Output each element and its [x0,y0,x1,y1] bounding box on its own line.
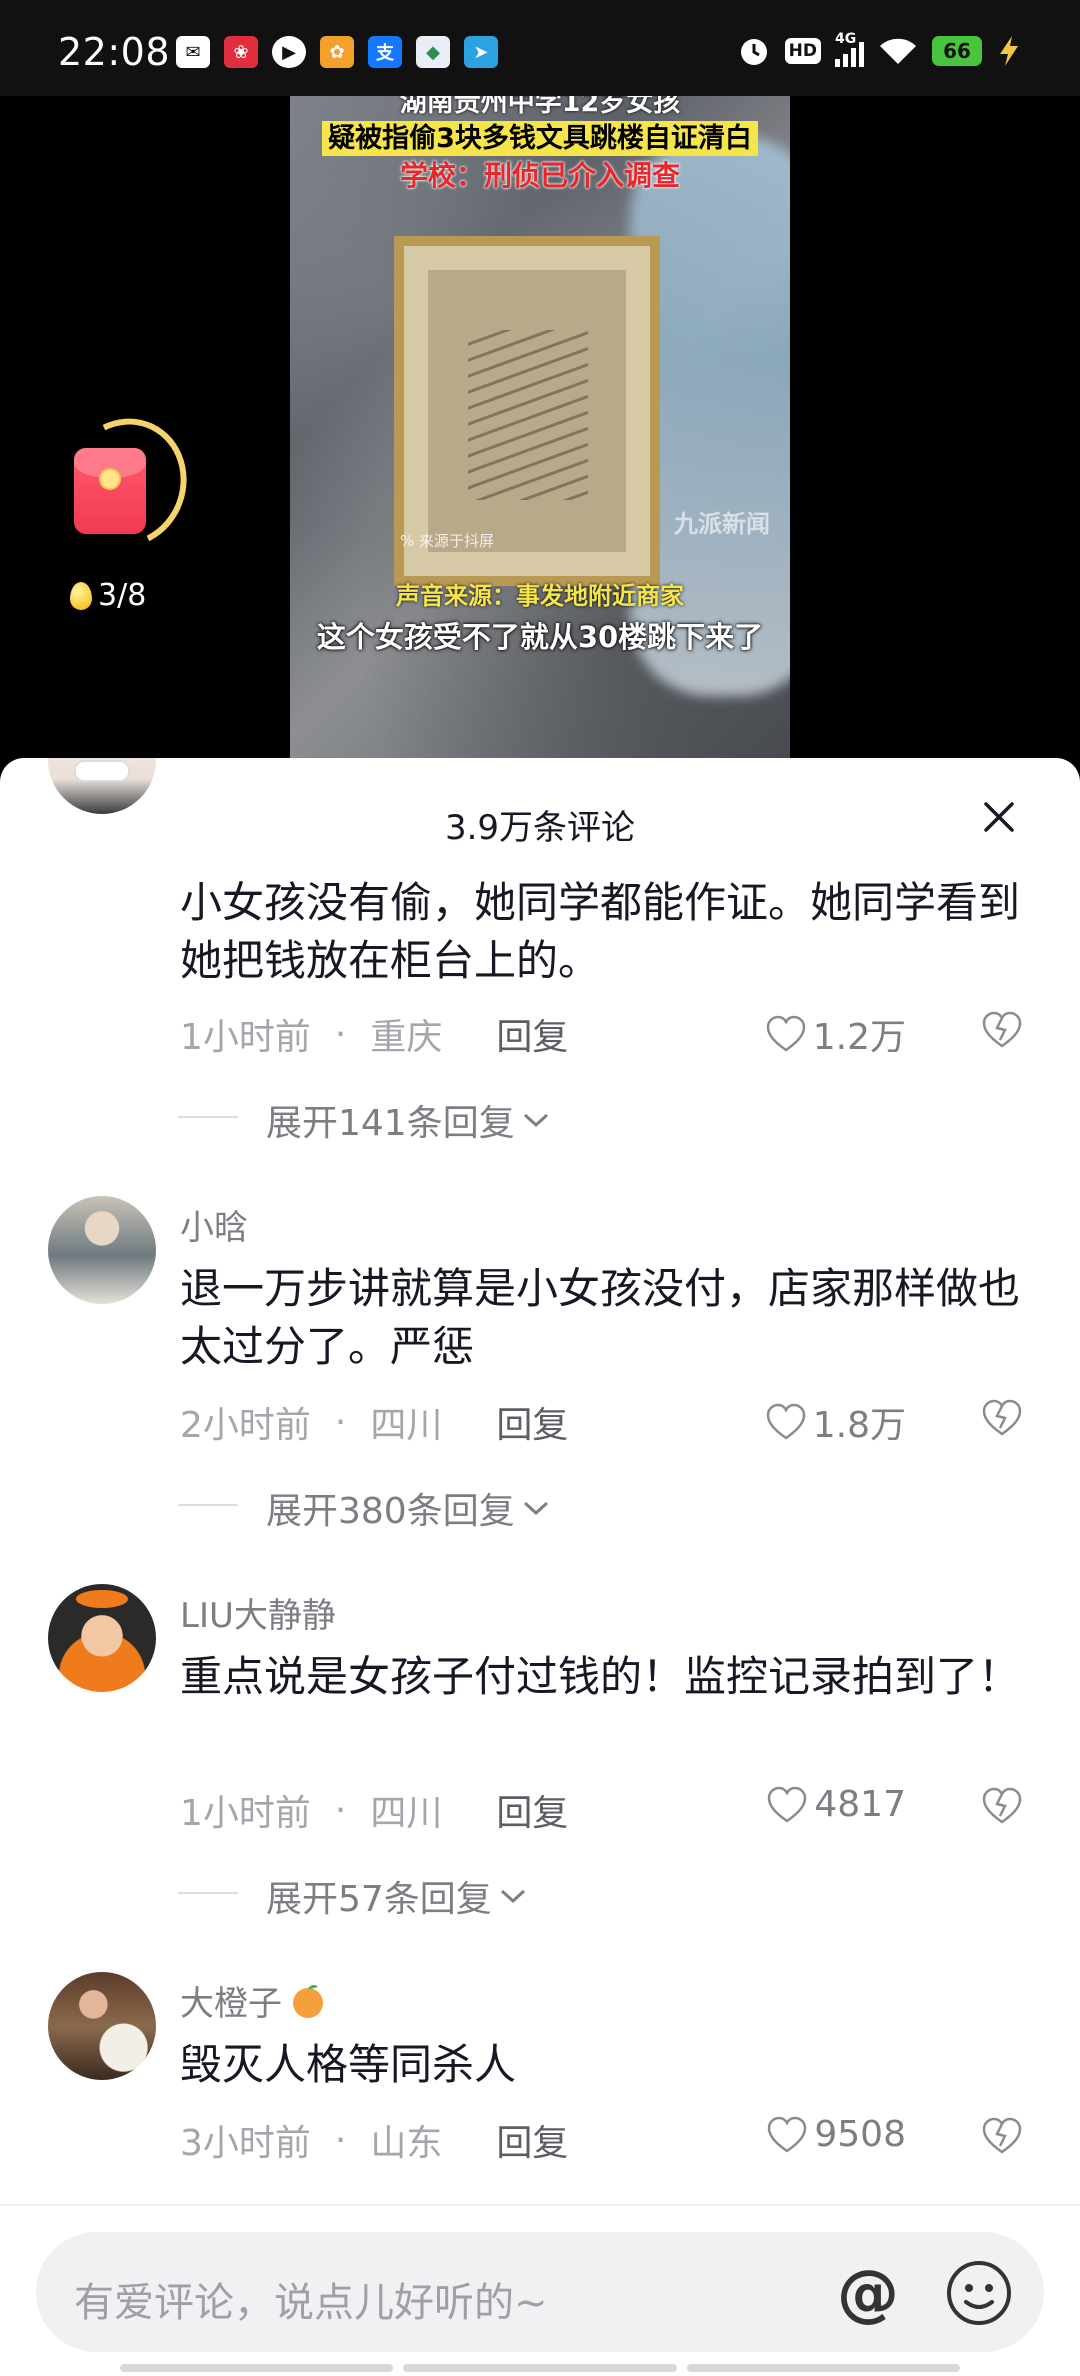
red-envelope-icon[interactable] [74,448,146,534]
system-icons: HD 4G 66 [737,31,1022,68]
heart-icon [766,1015,805,1052]
comment-input[interactable]: 有爱评论，说点儿好听的~ @ [36,2232,1044,2352]
pet-app-icon: ✿ [320,36,354,68]
source-caption: 声音来源：事发地附近商家 [396,582,684,610]
comment-time: 3小时前 [180,2123,311,2164]
close-icon [984,802,1014,832]
expand-replies-button[interactable]: 展开380条回复 [178,1482,551,1534]
comment-location: 山东 [370,2123,443,2164]
comment-text: 退一万步讲就算是小女孩没付，店家那样做也太过分了。严惩 [180,1264,1021,1371]
chevron-down-icon [523,1501,548,1516]
expand-replies-button[interactable]: 展开57条回复 [178,1870,528,1922]
like-button[interactable]: 4817 [766,1784,906,1825]
comment-username[interactable]: LIU大静静 [180,1588,336,1637]
dislike-icon[interactable] [980,1008,1024,1050]
like-button[interactable]: 9508 [766,2114,906,2155]
video-player[interactable]: 湖南贵州中学12岁女孩 疑被指偷3块多钱文具跳楼自证清白 学校：刑侦已介入调查 … [0,96,1080,760]
notification-icons: ✉ ❀ ▶ ✿ 支 ◆ ➤ [176,36,498,68]
comment-time: 1小时前 [180,1793,311,1834]
comments-header: 3.9万条评论 [0,758,1080,848]
like-count: 4817 [814,1784,906,1825]
hd-icon: HD [784,38,821,64]
like-count: 1.2万 [812,1017,906,1058]
mail-icon: ✉ [176,36,210,68]
dislike-icon[interactable] [980,2114,1024,2156]
orange-emoji-icon [293,1984,323,2018]
comment-text: 小女孩没有偷，她同学都能作证。她同学看到她把钱放在柜台上的。 [180,878,1021,985]
alarm-icon [740,39,767,65]
task-progress-label: 3/8 [98,578,147,613]
reply-button[interactable]: 回复 [496,1008,568,1060]
charging-icon [1000,36,1018,66]
avatar[interactable] [48,1972,156,2080]
video-watermark: % 来源于抖屏 [400,532,495,550]
golden-egg-icon [70,581,92,610]
comment-location: 四川 [370,1793,443,1834]
like-count: 9508 [814,2114,906,2155]
reply-button[interactable]: 回复 [496,2114,568,2166]
reply-button[interactable]: 回复 [496,1784,568,1836]
status-time: 22:08 [58,30,171,74]
expand-replies-button[interactable]: 展开141条回复 [178,1094,551,1146]
dislike-icon[interactable] [980,1396,1024,1438]
4g-signal-icon: 4G [835,31,864,67]
avatar[interactable] [48,1584,156,1692]
mention-button[interactable]: @ [834,2260,902,2328]
heart-icon [766,1403,805,1440]
comment-meta: 1小时前 · 重庆 回复 [180,1008,568,1060]
close-button[interactable] [978,796,1020,838]
heart-icon [768,2116,807,2153]
like-button[interactable]: 1.2万 [765,1008,906,1060]
comment-time: 2小时前 [180,1405,311,1446]
dislike-icon[interactable] [980,1784,1024,1826]
avatar[interactable] [48,1196,156,1304]
app-icon: ◆ [416,36,450,68]
comment-location: 四川 [370,1405,443,1446]
network-type-label: 4G [835,31,857,47]
video-caption-line3: 学校：刑侦已介入调查 [399,159,680,192]
task-progress[interactable]: 3/8 [70,578,146,613]
input-divider [0,2204,1080,2206]
comment-time: 1小时前 [180,1017,311,1058]
heart-icon [768,1786,807,1823]
status-bar: 22:08 ✉ ❀ ▶ ✿ 支 ◆ ➤ HD 4G 66 [0,0,1080,96]
alipay-icon: 支 [368,36,402,68]
comments-title: 3.9万条评论 [444,808,636,848]
like-count: 1.8万 [812,1405,906,1446]
telegram-icon: ➤ [464,36,498,68]
comment-meta: 2小时前 · 四川 回复 [180,1396,568,1448]
shopping-icon: ❀ [224,36,258,68]
comments-panel: 3.9万条评论 小女孩没有偷，她同学都能作证。她同学看到她把钱放在柜台上的。 1… [0,758,1080,2376]
chevron-down-icon [523,1113,548,1128]
video-subtitle: 这个女孩受不了就从30楼跳下来了 [316,620,764,654]
video-caption-line2: 疑被指偷3块多钱文具跳楼自证清白 [290,116,790,156]
video-frame[interactable]: 湖南贵州中学12岁女孩 疑被指偷3块多钱文具跳楼自证清白 学校：刑侦已介入调查 … [290,96,790,760]
comment-text: 重点说是女孩子付过钱的！监控记录拍到了！ [180,1652,1021,1701]
comment-location: 重庆 [370,1017,443,1058]
comment-text: 毁灭人格等同杀人 [180,2040,517,2089]
comment-meta: 1小时前 · 四川 回复 [180,1784,568,1836]
comment-input-placeholder: 有爱评论，说点儿好听的~ [74,2280,548,2326]
bottom-indicator [120,2364,960,2372]
battery-icon: 66 [932,36,982,66]
comment-meta: 3小时前 · 山东 回复 [180,2114,568,2166]
comment-username[interactable]: 小晗 [180,1200,248,1249]
reply-button[interactable]: 回复 [496,1396,568,1448]
emoji-icon[interactable] [944,2258,1014,2328]
wifi-icon [880,38,916,64]
news-logo: 九派新闻 [674,510,770,538]
comment-username[interactable]: 大橙子 [180,1976,328,2025]
chevron-down-icon [500,1889,525,1904]
like-button[interactable]: 1.8万 [765,1396,906,1448]
video-play-icon: ▶ [272,36,306,68]
